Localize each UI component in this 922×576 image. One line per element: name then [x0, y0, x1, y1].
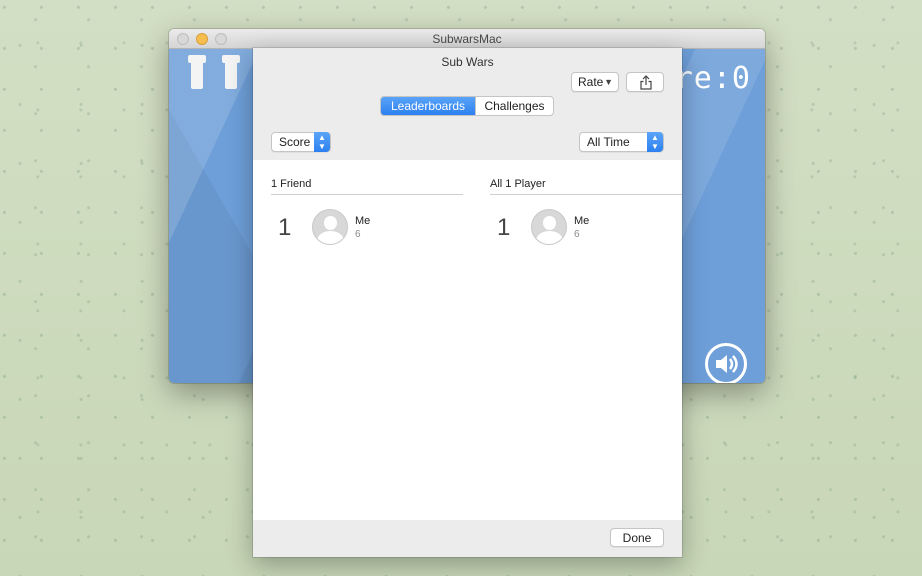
share-icon — [640, 75, 652, 90]
friends-column-header: 1 Friend — [271, 178, 463, 195]
rate-label: Rate — [578, 75, 604, 89]
time-filter-popup[interactable]: All Time ▲ ▼ — [579, 132, 664, 152]
tab-challenges[interactable]: Challenges — [475, 97, 553, 115]
player-score: 6 — [355, 229, 361, 240]
score-filter-popup[interactable]: Score ▲ ▼ — [271, 132, 331, 152]
done-button[interactable]: Done — [610, 528, 664, 547]
view-segmented-control: Leaderboards Challenges — [380, 96, 554, 116]
chevron-down-icon: ▼ — [604, 77, 613, 87]
pause-icon[interactable] — [188, 55, 240, 91]
rank: 1 — [278, 214, 292, 241]
up-down-arrows-icon: ▲ ▼ — [314, 132, 330, 152]
rate-button[interactable]: Rate ▼ — [571, 72, 619, 92]
tab-leaderboards[interactable]: Leaderboards — [381, 97, 475, 115]
score-filter-value: Score — [279, 135, 311, 149]
zoom-window-button[interactable] — [215, 33, 227, 45]
avatar-placeholder-icon — [312, 209, 348, 245]
avatar-placeholder-icon — [531, 209, 567, 245]
score-text: re:0 — [674, 61, 751, 96]
game-center-sheet: Sub Wars Rate ▼ Leaderboards Challenges … — [253, 48, 682, 557]
all-players-column-header: All 1 Player — [490, 178, 682, 195]
rank: 1 — [497, 214, 511, 241]
close-window-button[interactable] — [177, 33, 189, 45]
player-name: Me — [574, 215, 590, 227]
window-title: SubwarsMac — [432, 32, 502, 46]
player-score: 6 — [574, 229, 580, 240]
up-down-arrows-icon: ▲ ▼ — [647, 132, 663, 152]
sheet-title: Sub Wars — [441, 55, 494, 69]
share-button[interactable] — [626, 72, 664, 92]
titlebar[interactable]: SubwarsMac — [169, 29, 765, 49]
player-name: Me — [355, 215, 371, 227]
leaderboard-content: 1 Friend 1 Me 6 All 1 Player 1 Me 6 — [253, 160, 682, 520]
time-filter-value: All Time — [587, 135, 630, 149]
minimize-window-button[interactable] — [196, 33, 208, 45]
table-row[interactable]: 1 Me 6 — [271, 208, 463, 248]
table-row[interactable]: 1 Me 6 — [490, 208, 682, 248]
speaker-icon[interactable] — [705, 343, 747, 383]
